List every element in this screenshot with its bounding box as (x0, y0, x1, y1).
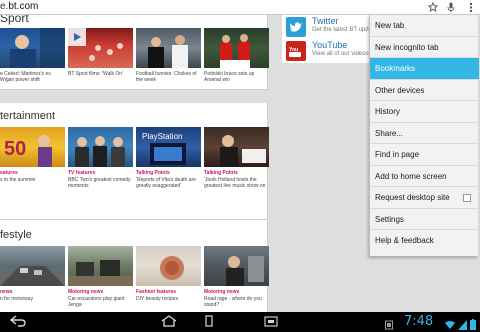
clock: 7:48 (404, 314, 434, 329)
news-card[interactable]: 50 eatures s to the summer (0, 127, 65, 189)
menu-item-share[interactable]: Share... (370, 123, 479, 144)
card-image (68, 28, 133, 68)
card-caption: n for motorway (0, 296, 34, 302)
menu-item-help-feedback[interactable]: Help & feedback (370, 230, 479, 252)
url-host: bt.com (8, 1, 39, 12)
news-card[interactable]: Podolski brace sets up Arsenal win (204, 28, 269, 83)
menu-item-new-tab[interactable]: New tab (370, 15, 479, 37)
news-card[interactable]: TV features BBC Two's greatest comedy mo… (68, 127, 133, 189)
microphone-icon[interactable] (446, 2, 456, 13)
overflow-menu: New tab New incognito tab Bookmarks Othe… (369, 15, 479, 256)
card-image (204, 28, 269, 68)
card-caption: 'Reports of Vita's death are greatly exa… (136, 177, 196, 189)
section-title-lifestyle: festyle (0, 229, 32, 241)
lifestyle-panel: festyle news n for motorway Motoring new… (0, 220, 269, 312)
card-caption: 'Jools Holland hosts the greatest live m… (204, 177, 266, 189)
news-card[interactable]: Football funnies: Chokes of the week (136, 28, 201, 83)
card-image (204, 246, 269, 286)
menu-item-settings[interactable]: Settings (370, 209, 479, 230)
card-image (68, 246, 133, 286)
card-category: eatures (0, 170, 18, 176)
card-image: PlayStation (136, 127, 201, 167)
twitter-link[interactable]: Twitter Get the latest BT updat (282, 15, 377, 37)
news-card[interactable]: e Cekeri: Martinez's es Wigan power shif… (0, 28, 65, 83)
news-card[interactable]: news n for motorway (0, 246, 65, 308)
home-icon[interactable] (160, 315, 178, 329)
card-category: Motoring news (204, 289, 240, 295)
card-image (0, 246, 65, 286)
section-title-sport: Sport (0, 15, 29, 25)
card-image (136, 246, 201, 286)
url-text[interactable]: e.bt.com (0, 1, 38, 12)
card-image (0, 28, 65, 68)
social-name: Twitter (312, 16, 339, 26)
screenshot-icon[interactable] (264, 315, 278, 329)
menu-item-history[interactable]: History (370, 101, 479, 123)
card-category: news (0, 289, 13, 295)
entertainment-panel: tertainment 50 eatures s to the summer T… (0, 103, 269, 220)
card-caption: Road rage - where do you stand? (204, 296, 262, 308)
card-category: Talking Points (204, 170, 238, 176)
card-caption: e Cekeri: Martinez's es Wigan power shif… (0, 71, 51, 83)
menu-item-add-to-home-screen[interactable]: Add to home screen (370, 166, 479, 187)
sport-panel: Sport e Cekeri: Martinez's es Wigan powe… (0, 15, 269, 90)
menu-item-bookmarks[interactable]: Bookmarks (370, 58, 479, 80)
lifestyle-cards: news n for motorway Motoring news Car ex… (0, 246, 269, 308)
card-image (136, 28, 201, 68)
youtube-link[interactable]: You YouTube View all of our videos (282, 39, 377, 61)
news-card[interactable]: BT Sport films: 'Walk On' (68, 28, 133, 83)
signal-icon (458, 317, 467, 330)
desktop-site-checkbox[interactable] (463, 194, 471, 202)
battery-icon (470, 317, 476, 330)
card-caption: Car excavators play giant Jenga (68, 296, 125, 308)
card-category: Motoring news (68, 289, 104, 295)
browser-screen: e.bt.com Sport e Cekeri: Martinez's es W… (0, 0, 480, 332)
card-caption: BT Sport films: 'Walk On' (68, 71, 123, 77)
svg-text:PlayStation: PlayStation (142, 132, 182, 141)
back-icon[interactable] (9, 315, 26, 329)
social-name: YouTube (312, 40, 348, 50)
twitter-icon (286, 17, 306, 37)
card-caption: Podolski brace sets up Arsenal win (204, 71, 255, 83)
card-caption: s to the summer (0, 177, 36, 183)
card-category: Fashion features (136, 289, 177, 295)
news-card[interactable]: Motoring news Road rage - where do you s… (204, 246, 269, 308)
wifi-icon (445, 317, 455, 329)
card-image: 50 (0, 127, 65, 167)
card-image (68, 127, 133, 167)
card-caption: Football funnies: Chokes of the week (136, 71, 197, 83)
news-card[interactable]: Motoring news Car excavators play giant … (68, 246, 133, 308)
news-card[interactable]: Fashion features DIY beauty recipes (136, 246, 201, 308)
social-description: Get the latest BT updat (312, 27, 374, 33)
card-caption: BBC Two's greatest comedy moments (68, 177, 131, 189)
news-card[interactable]: PlayStation Talking Points 'Reports of V… (136, 127, 201, 189)
news-card[interactable]: Talking Points 'Jools Holland hosts the … (204, 127, 269, 189)
sport-cards: e Cekeri: Martinez's es Wigan power shif… (0, 28, 269, 83)
card-image (204, 127, 269, 167)
svg-text:50: 50 (4, 138, 26, 160)
youtube-icon: You (286, 41, 306, 61)
notification-icon[interactable] (385, 317, 393, 330)
card-category: Talking Points (136, 170, 170, 176)
bookmark-star-icon[interactable] (427, 1, 439, 13)
menu-item-find-in-page[interactable]: Find in page (370, 144, 479, 166)
menu-item-new-incognito-tab[interactable]: New incognito tab (370, 37, 479, 58)
recent-apps-icon[interactable] (204, 315, 214, 329)
social-links: Twitter Get the latest BT updat You YouT… (282, 15, 377, 63)
menu-item-other-devices[interactable]: Other devices (370, 80, 479, 101)
card-caption: DIY beauty recipes (136, 296, 179, 302)
social-description: View all of our videos (312, 51, 369, 57)
entertainment-cards: 50 eatures s to the summer TV features B… (0, 127, 269, 189)
section-title-entertainment: tertainment (0, 110, 56, 122)
menu-item-request-desktop-site[interactable]: Request desktop site (370, 187, 479, 209)
system-bar: 7:48 (0, 312, 480, 332)
overflow-menu-icon[interactable] (466, 2, 476, 13)
card-category: TV features (68, 170, 96, 176)
menu-item-label: Request desktop site (375, 193, 450, 202)
address-bar[interactable]: e.bt.com (0, 0, 480, 15)
